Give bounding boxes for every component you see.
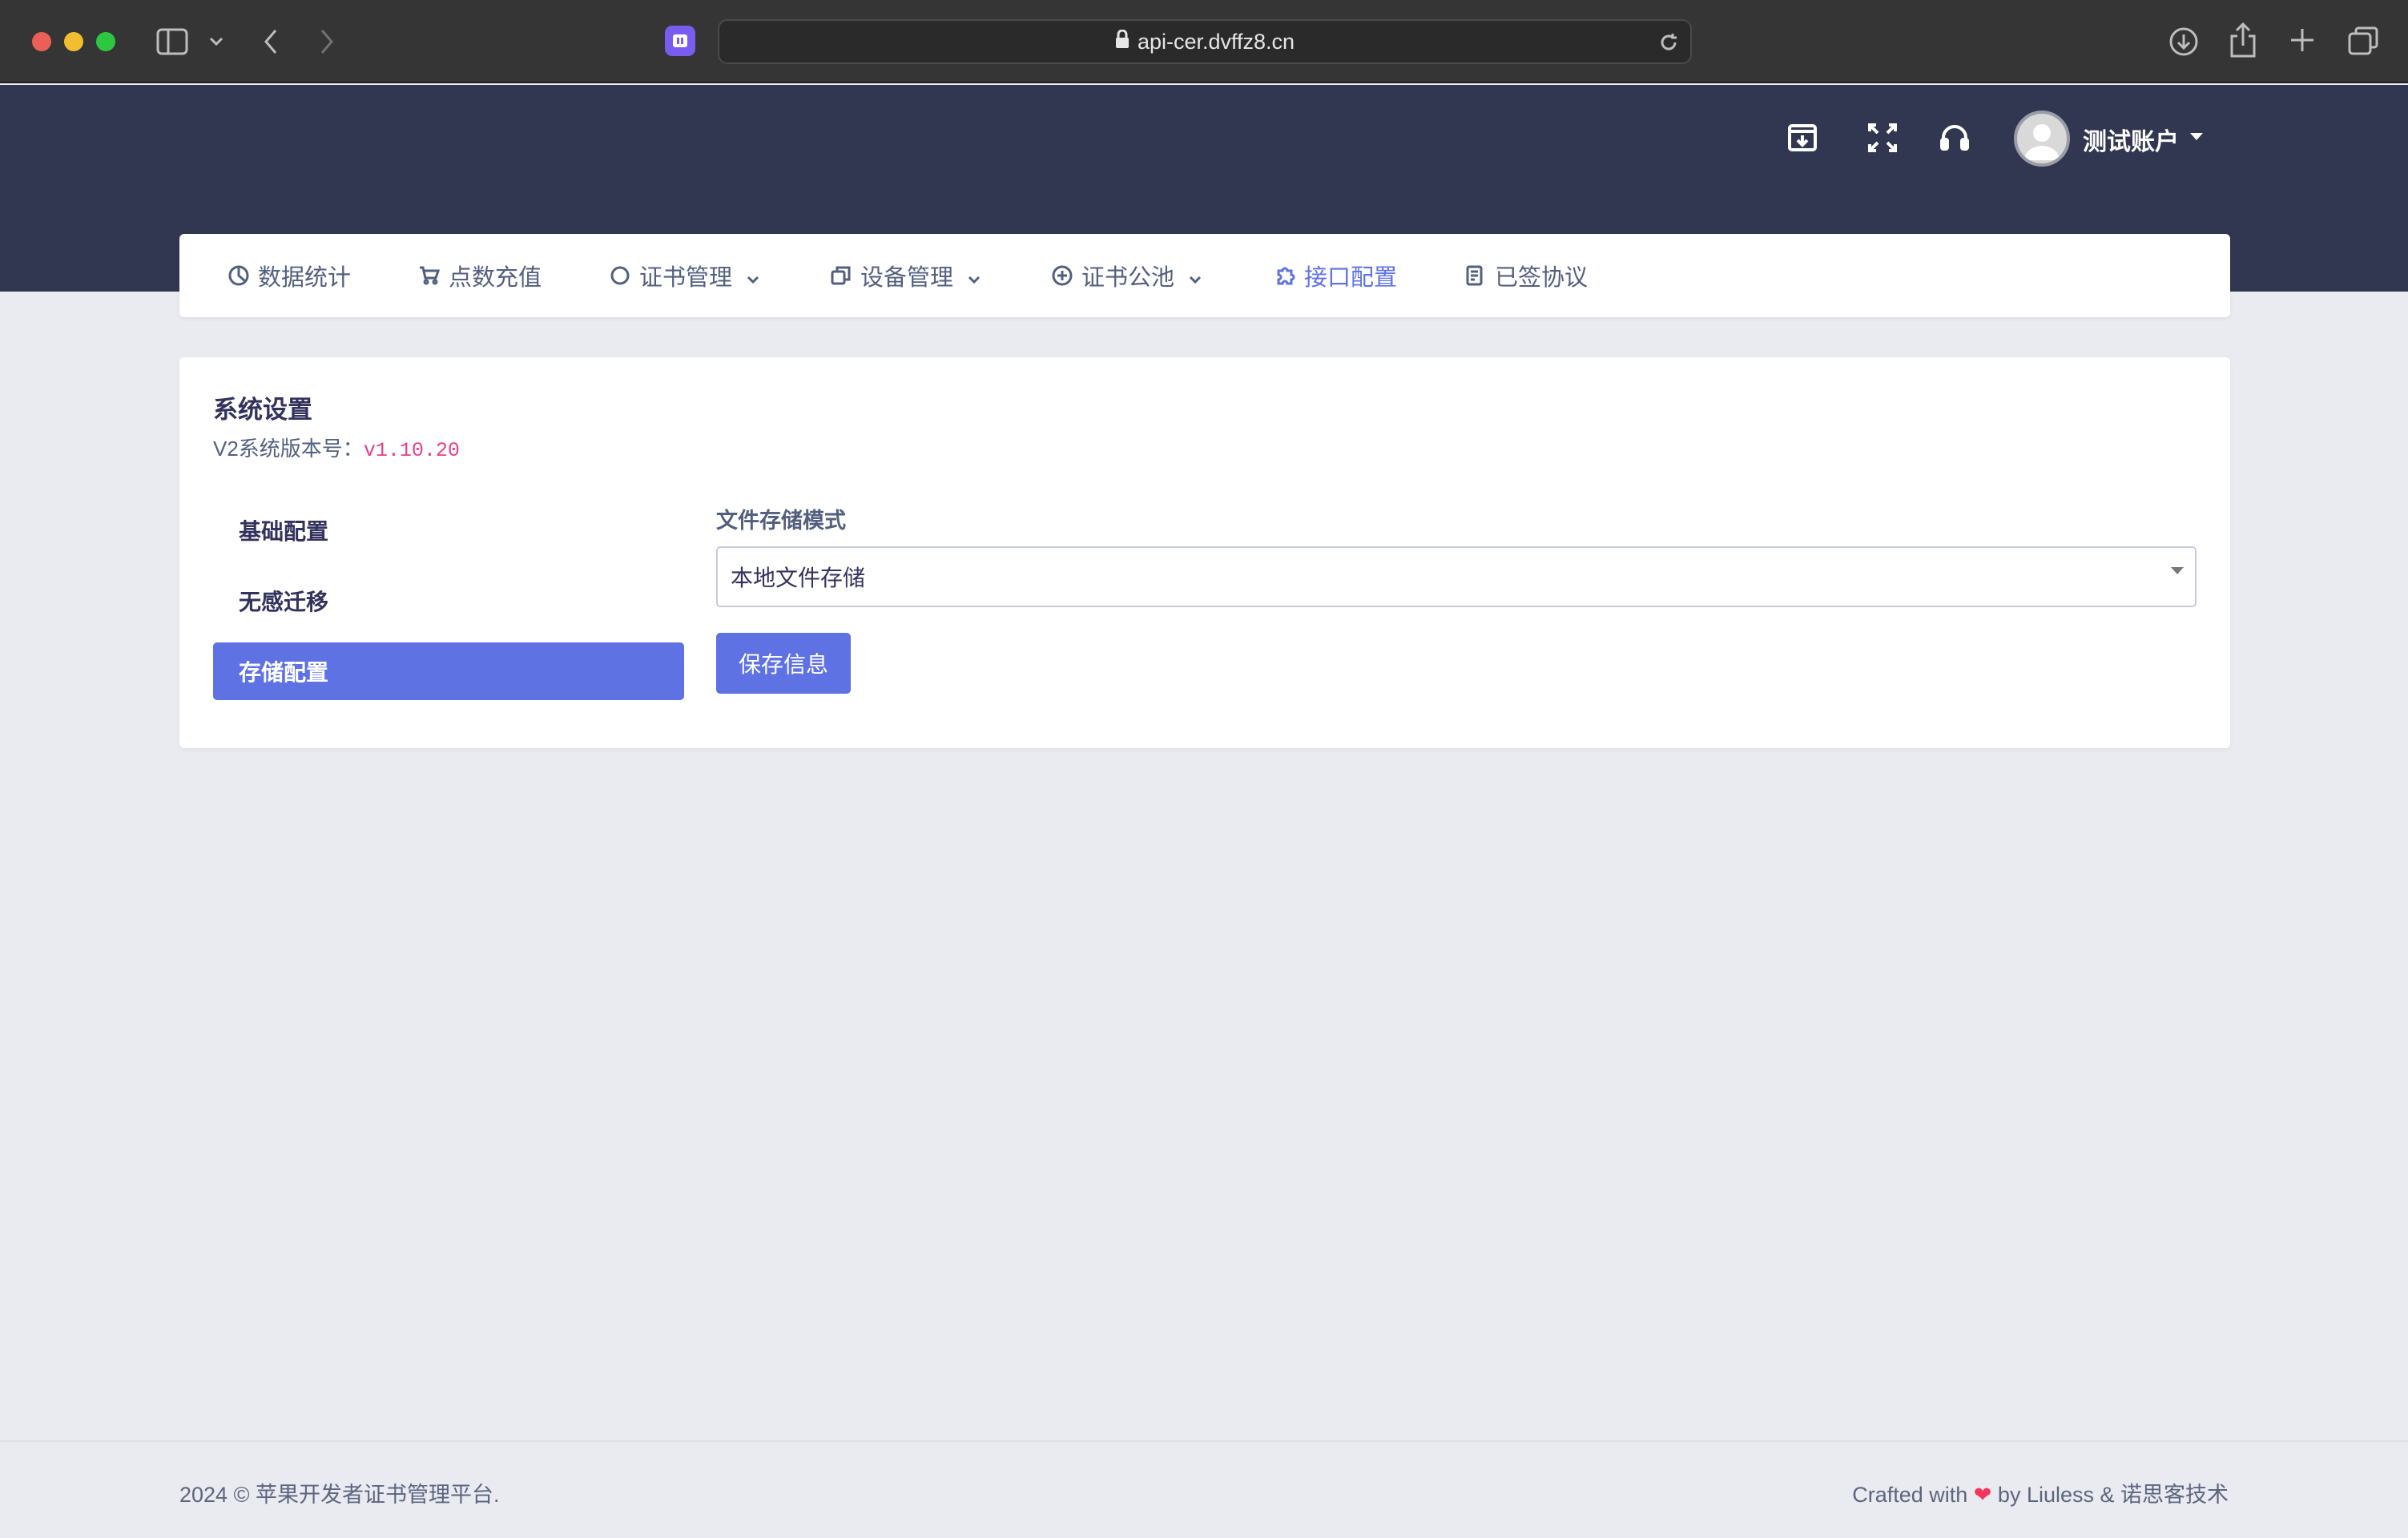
copy-icon (830, 264, 852, 287)
footer-divider (0, 1440, 2408, 1442)
plus-circle-icon (1051, 264, 1073, 287)
nav-item-api-config[interactable]: 接口配置 (1274, 234, 1397, 317)
chevron-down-icon (966, 268, 982, 284)
side-menu-basic-config[interactable]: 基础配置 (213, 501, 684, 559)
fullscreen-icon[interactable] (1862, 117, 1903, 159)
nav-label: 证书公池 (1081, 265, 1175, 291)
storage-mode-value: 本地文件存储 (731, 566, 866, 590)
nav-item-signed-agreements[interactable]: 已签协议 (1464, 234, 1588, 317)
browser-titlebar: api-cer.dvffz8.cn (0, 0, 2408, 83)
chevron-down-icon (1187, 268, 1203, 284)
chevron-down-icon (745, 268, 761, 284)
save-button[interactable]: 保存信息 (716, 633, 851, 694)
close-window-button[interactable] (32, 32, 51, 51)
user-menu-caret-icon[interactable] (2190, 133, 2203, 140)
avatar[interactable] (2014, 111, 2070, 167)
share-icon[interactable] (2225, 21, 2261, 59)
download-icon[interactable] (2166, 24, 2201, 59)
select-caret-icon (2171, 567, 2184, 574)
circle-icon (609, 264, 631, 287)
puzzle-icon (1274, 264, 1296, 287)
settings-card: 系统设置 V2系统版本号：v1.10.20 基础配置 无感迁移 存储配置 文件存… (179, 357, 2230, 748)
tab-overview-icon[interactable] (2346, 24, 2381, 58)
new-tab-icon[interactable] (2286, 24, 2318, 56)
page-title: 系统设置 (213, 396, 312, 424)
nav-item-device-management[interactable]: 设备管理 (830, 234, 982, 317)
archive-download-icon[interactable] (1782, 117, 1823, 159)
version-line: V2系统版本号：v1.10.20 (213, 433, 460, 462)
pie-chart-icon (228, 264, 250, 287)
forward-icon[interactable] (317, 26, 336, 58)
version-label: V2系统版本号： (213, 437, 364, 461)
nav-label: 证书管理 (639, 265, 733, 291)
minimize-window-button[interactable] (64, 32, 83, 51)
nav-label: 点数充值 (449, 265, 542, 291)
headset-icon[interactable] (1934, 117, 1975, 159)
storage-mode-label: 文件存储模式 (716, 509, 846, 533)
nav-label: 数据统计 (258, 265, 352, 291)
nav-item-cert-pool[interactable]: 证书公池 (1051, 234, 1203, 317)
nav-label: 接口配置 (1304, 265, 1398, 291)
cart-icon (418, 264, 441, 287)
chevron-down-icon[interactable] (207, 32, 226, 51)
nav-label: 设备管理 (860, 265, 954, 291)
back-icon[interactable] (261, 26, 280, 58)
reload-icon[interactable] (1658, 32, 1679, 58)
url-bar[interactable]: api-cer.dvffz8.cn (718, 19, 1692, 64)
storage-mode-select[interactable]: 本地文件存储 (716, 546, 2197, 607)
footer-credits-prefix: Crafted with (1852, 1483, 1968, 1507)
zoom-window-button[interactable] (96, 32, 115, 51)
version-value: v1.10.20 (363, 439, 460, 462)
footer-credits-suffix: by Liuless & 诺思客技术 (1997, 1483, 2229, 1507)
side-menu-seamless-migration[interactable]: 无感迁移 (213, 572, 684, 630)
footer-credits: Crafted with ❤ by Liuless & 诺思客技术 (1852, 1477, 2229, 1508)
user-name[interactable]: 测试账户 (2083, 122, 2179, 157)
heart-icon: ❤ (1973, 1483, 1992, 1507)
nav-label: 已签协议 (1495, 265, 1589, 291)
extension-icon[interactable] (665, 26, 695, 56)
sidebar-toggle-icon[interactable] (155, 26, 189, 58)
nav-item-data-stats[interactable]: 数据统计 (228, 234, 351, 317)
url-text: api-cer.dvffz8.cn (1137, 29, 1295, 54)
footer-copyright: 2024 © 苹果开发者证书管理平台. (179, 1483, 500, 1507)
nav-item-cert-management[interactable]: 证书管理 (609, 234, 761, 317)
nav-item-recharge[interactable]: 点数充值 (418, 234, 542, 317)
main-nav: 数据统计 点数充值 证书管理 设备管理 证书公池 接口配置 已签协议 (179, 234, 2230, 317)
side-menu-storage-config[interactable]: 存储配置 (213, 642, 684, 700)
document-icon (1464, 264, 1487, 287)
lock-icon (1115, 29, 1130, 54)
